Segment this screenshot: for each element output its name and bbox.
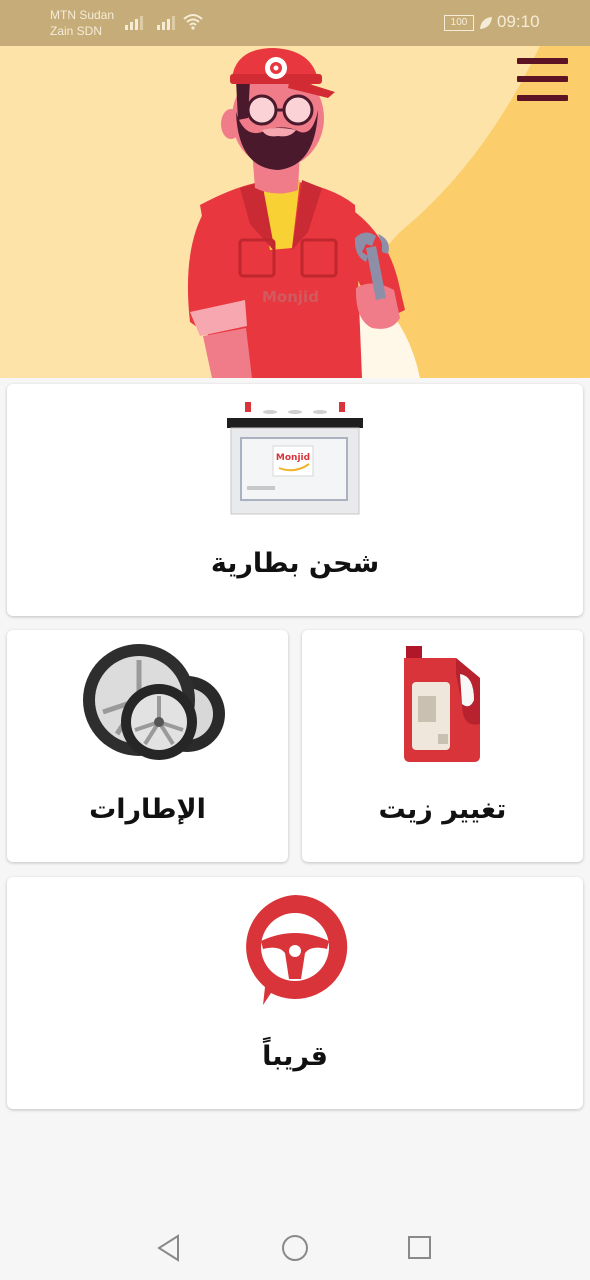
battery-brand: Monjid <box>276 453 310 463</box>
menu-bar-1 <box>517 58 568 64</box>
home-icon[interactable] <box>281 1234 309 1262</box>
battery-indicator: 100 <box>444 15 474 31</box>
mechanic-illustration: Monjid <box>187 0 590 378</box>
recents-icon[interactable] <box>407 1235 433 1261</box>
soon-label: قريباً <box>262 1041 328 1072</box>
status-bar: MTN Sudan Zain SDN 100 09:10 <box>0 0 590 46</box>
clock: 09:10 <box>497 12 540 31</box>
service-card-battery[interactable]: Monjid شحن بطارية <box>7 384 583 616</box>
menu-bar-3 <box>517 95 568 101</box>
oil-can-icon <box>404 646 480 762</box>
carrier-1: MTN Sudan <box>50 8 115 22</box>
car-battery-icon: Monjid <box>227 402 363 515</box>
menu-bar-2 <box>517 76 568 82</box>
carrier-2: Zain SDN <box>50 24 103 38</box>
menu-button[interactable] <box>517 57 569 105</box>
battery-label: شحن بطارية <box>210 548 380 579</box>
leaf-icon <box>480 17 492 29</box>
wifi-icon <box>183 14 203 30</box>
signal-icon-2 <box>157 16 175 30</box>
service-card-oil[interactable]: تغيير زيت <box>302 630 583 862</box>
system-nav-bar <box>0 1215 590 1280</box>
service-card-tires[interactable]: الإطارات <box>7 630 288 862</box>
back-icon[interactable] <box>156 1234 182 1262</box>
shirt-logo-text: Monjid <box>262 288 319 306</box>
tires-label: الإطارات <box>89 794 206 825</box>
tires-icon <box>83 644 225 760</box>
oil-label: تغيير زيت <box>378 794 507 825</box>
hero-banner: Monjid <box>0 0 590 378</box>
signal-icon <box>125 16 143 30</box>
steering-wheel-icon <box>246 894 348 1005</box>
carrier-names: MTN Sudan Zain SDN <box>50 7 114 39</box>
service-card-soon[interactable]: قريباً <box>7 877 583 1109</box>
